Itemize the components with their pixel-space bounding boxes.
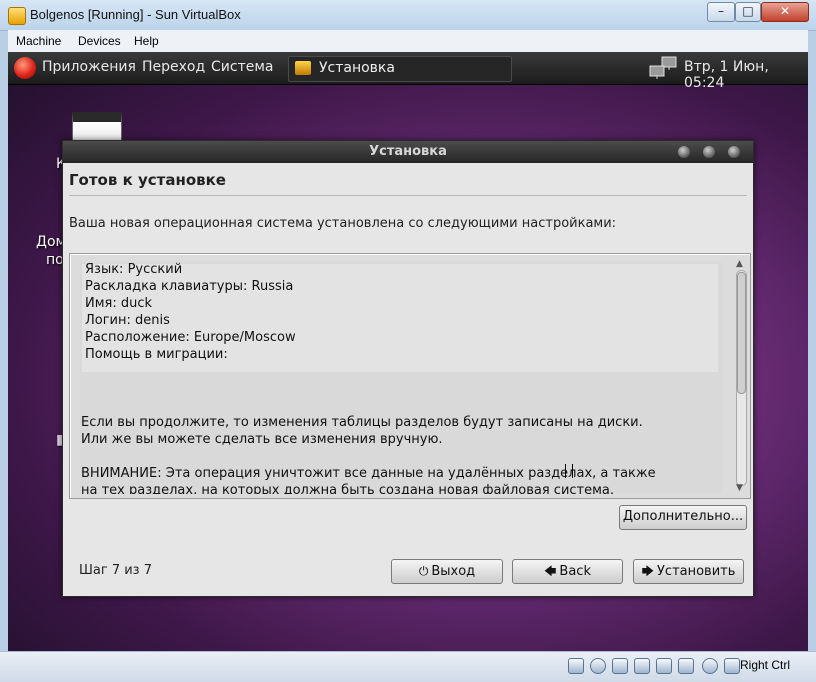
installer-icon [295,61,311,75]
virtualbox-app-icon [8,7,26,25]
advanced-button-label: Дополнительно... [622,509,744,524]
summary-line: Имя: duck [85,296,153,311]
window-title: Bolgenos [Running] - Sun VirtualBox [30,7,241,22]
virtualbox-titlebar: Bolgenos [Running] - Sun VirtualBox – □ … [0,0,816,31]
install-button[interactable]: 🡆 Установить [633,559,744,584]
notice-line: Или же вы можете сделать все изменения в… [81,432,443,447]
advanced-button[interactable]: Дополнительно... [619,505,747,530]
hard-disk-icon[interactable] [568,658,584,674]
usb-icon[interactable] [612,658,628,674]
virtualization-icon[interactable] [678,658,694,674]
close-button[interactable]: ✕ [761,2,809,22]
page-heading: Готов к установке [69,171,226,189]
arrow-right-icon: 🡆 [641,564,654,578]
notice-line: Если вы продолжите, то изменения таблицы… [81,415,643,430]
quit-button[interactable]: ⏻ Выход [391,559,503,584]
cd-rom-icon[interactable] [590,658,606,674]
network-icon[interactable] [648,56,680,80]
distribution-logo-icon[interactable] [14,57,36,79]
summary-scrollbar[interactable]: ▲ ▼ [734,259,748,494]
maximize-icon[interactable] [703,146,715,158]
install-button-label: Установить [657,564,736,579]
menu-system[interactable]: Система [211,59,273,75]
scroll-thumb[interactable] [737,272,746,394]
mouse-cursor-icon [565,464,573,478]
host-key-label: Right Ctrl [740,658,791,672]
minimize-button[interactable]: – [707,2,735,22]
network-adapter-icon[interactable] [656,658,672,674]
virtualbox-menubar: Machine Devices Help [8,30,808,53]
back-button[interactable]: 🡄 Back [512,559,623,584]
installer-titlebar[interactable]: Установка [63,141,753,163]
maximize-button[interactable]: □ [735,2,761,22]
installer-title: Установка [369,144,447,159]
scroll-down-icon[interactable]: ▼ [736,483,743,493]
summary-line: Логин: denis [85,313,170,328]
menu-applications[interactable]: Приложения [42,59,136,75]
arrow-left-icon: 🡄 [544,564,557,578]
mouse-integration-icon[interactable] [702,658,718,674]
summary-line: Раскладка клавиатуры: Russia [85,279,294,294]
summary-line: Помощь в миграции: [85,347,228,362]
intro-text: Ваша новая операционная система установл… [69,216,617,231]
virtualbox-statusbar: Right Ctrl [0,651,816,682]
host-key-icon [724,658,740,674]
divider [69,195,747,196]
menu-help[interactable]: Help [134,34,159,48]
gnome-top-panel: Приложения Переход Система Установка Втр… [8,52,808,91]
taskbar-button-installer[interactable]: Установка [288,56,512,82]
scroll-up-icon[interactable]: ▲ [736,259,743,269]
quit-button-label: Выход [431,564,476,579]
summary-line: Расположение: Europe/Moscow [85,330,296,345]
menu-devices[interactable]: Devices [78,34,121,48]
summary-text-view[interactable]: Язык: Русский Раскладка клавиатуры: Russ… [80,262,722,494]
warning-line: на тех разделах, на которых должна быть … [81,483,615,494]
step-indicator: Шаг 7 из 7 [79,563,152,578]
guest-screen[interactable]: Приложения Переход Система Установка Втр… [8,52,808,651]
power-icon: ⏻ [418,564,429,578]
close-icon[interactable] [728,146,740,158]
summary-line: Язык: Русский [85,262,183,277]
menu-places[interactable]: Переход [142,59,205,75]
summary-panel: Язык: Русский Раскладка клавиатуры: Russ… [69,253,751,499]
minimize-icon[interactable] [678,146,690,158]
panel-clock[interactable]: Втр, 1 Июн, 05:24 [684,59,808,91]
shared-folders-icon[interactable] [634,658,650,674]
taskbar-button-label: Установка [319,60,395,76]
installer-window: Установка Готов к установке Ваша новая о… [62,140,754,597]
menu-machine[interactable]: Machine [16,34,61,48]
back-button-label: Back [559,564,591,579]
